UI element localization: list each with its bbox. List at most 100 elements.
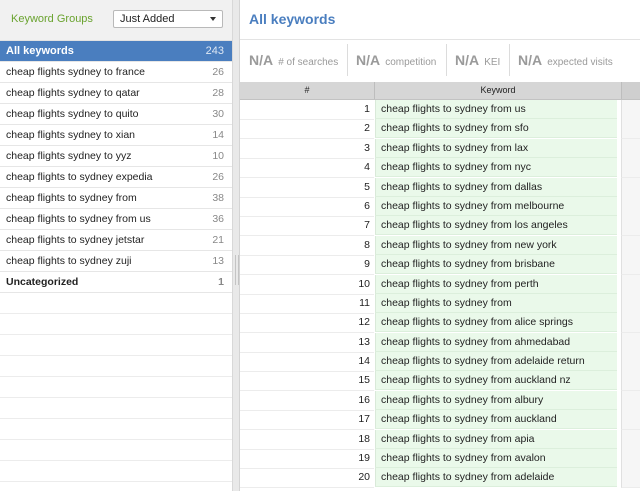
keyword-cell[interactable]: cheap flights to sydney from alice sprin…: [375, 313, 617, 333]
group-item-count: 243: [205, 45, 224, 57]
extra-cell: [621, 177, 640, 198]
empty-row: [0, 461, 232, 482]
keyword-cell[interactable]: cheap flights to sydney from melbourne: [375, 196, 617, 216]
table-row[interactable]: 19 cheap flights to sydney from avalon: [240, 449, 640, 470]
keyword-cell[interactable]: cheap flights to sydney from lax: [375, 138, 617, 158]
extra-cell: [621, 410, 640, 431]
group-item-count: 38: [212, 192, 224, 204]
keyword-cell[interactable]: cheap flights to sydney from los angeles: [375, 216, 617, 236]
table-row[interactable]: 10 cheap flights to sydney from perth: [240, 274, 640, 295]
table-row[interactable]: 8 cheap flights to sydney from new york: [240, 235, 640, 256]
keyword-cell[interactable]: cheap flights to sydney from new york: [375, 235, 617, 255]
group-item-label: Uncategorized: [6, 276, 79, 288]
metric-separator: [347, 44, 348, 76]
row-number: 1: [240, 100, 374, 120]
sort-dropdown[interactable]: Just Added: [113, 10, 223, 28]
keyword-groups-title: Keyword Groups: [11, 13, 93, 25]
table-row[interactable]: 4 cheap flights to sydney from nyc: [240, 158, 640, 179]
keywords-table-body: 1 cheap flights to sydney from us 2 cheap f…: [240, 100, 640, 489]
keyword-cell[interactable]: cheap flights to sydney from: [375, 293, 617, 313]
group-item[interactable]: cheap flights sydney to xian 14: [0, 125, 232, 146]
extra-cell: [621, 138, 640, 159]
keyword-cell[interactable]: cheap flights to sydney from us: [375, 100, 617, 119]
keyword-cell[interactable]: cheap flights to sydney from albury: [375, 390, 617, 410]
metric-label: KEI: [484, 57, 501, 68]
keyword-cell[interactable]: cheap flights to sydney from avalon: [375, 449, 617, 469]
extra-cell: [621, 100, 640, 120]
row-number: 11: [240, 294, 374, 314]
keyword-cell[interactable]: cheap flights to sydney from apia: [375, 429, 617, 449]
group-item-label: All keywords: [6, 45, 74, 57]
table-row[interactable]: 11 cheap flights to sydney from: [240, 293, 640, 314]
keyword-cell[interactable]: cheap flights to sydney from auckland nz: [375, 371, 617, 391]
metric-label: # of searches: [278, 57, 339, 68]
table-row[interactable]: 3 cheap flights to sydney from lax: [240, 138, 640, 159]
table-row[interactable]: 2 cheap flights to sydney from sfo: [240, 119, 640, 140]
group-item[interactable]: cheap flights to sydney zuji 13: [0, 251, 232, 272]
group-item[interactable]: cheap flights to sydney from us 36: [0, 209, 232, 230]
keyword-cell[interactable]: cheap flights to sydney from nyc: [375, 158, 617, 178]
column-header-extra[interactable]: [622, 82, 640, 99]
group-item-count: 30: [212, 108, 224, 120]
column-header-keyword[interactable]: Keyword: [375, 82, 622, 99]
table-row[interactable]: 17 cheap flights to sydney from auckland: [240, 410, 640, 431]
row-number: 20: [240, 468, 374, 489]
empty-row: [0, 377, 232, 398]
empty-row: [0, 335, 232, 356]
extra-cell: [621, 352, 640, 373]
group-item[interactable]: cheap flights sydney to yyz 10: [0, 146, 232, 167]
row-number: 10: [240, 275, 374, 295]
group-item-label: cheap flights sydney to quito: [6, 108, 139, 120]
table-row[interactable]: 7 cheap flights to sydney from los angele…: [240, 216, 640, 237]
panel-splitter[interactable]: [233, 0, 240, 491]
group-item-count: 14: [212, 129, 224, 141]
keyword-cell[interactable]: cheap flights to sydney from dallas: [375, 177, 617, 197]
extra-cell: [621, 449, 640, 470]
metric-kei: N/A KEI: [455, 44, 500, 76]
extra-cell: [621, 429, 640, 450]
extra-cell: [621, 371, 640, 392]
row-number: 5: [240, 178, 374, 198]
keyword-cell[interactable]: cheap flights to sydney from sfo: [375, 119, 617, 139]
table-row[interactable]: 18 cheap flights to sydney from apia: [240, 429, 640, 450]
keywords-table-header: # Keyword: [240, 82, 640, 100]
row-number: 7: [240, 216, 374, 237]
metric-searches: N/A # of searches: [249, 44, 338, 76]
keyword-cell[interactable]: cheap flights to sydney from brisbane: [375, 255, 617, 275]
table-row[interactable]: 13 cheap flights to sydney from ahmedabad: [240, 332, 640, 353]
group-item[interactable]: cheap flights sydney to quito 30: [0, 104, 232, 125]
keyword-cell[interactable]: cheap flights to sydney from ahmedabad: [375, 332, 617, 352]
table-row[interactable]: 9 cheap flights to sydney from brisbane: [240, 255, 640, 276]
row-number: 8: [240, 236, 374, 256]
drag-handle-icon[interactable]: [235, 255, 239, 285]
table-row[interactable]: 14 cheap flights to sydney from adelaide …: [240, 352, 640, 373]
keywords-panel: All keywords N/A # of searches N/A compe…: [240, 0, 640, 491]
group-item[interactable]: cheap flights to sydney expedia 26: [0, 167, 232, 188]
column-header-number[interactable]: #: [240, 82, 375, 99]
table-row[interactable]: 15 cheap flights to sydney from auckland …: [240, 371, 640, 392]
table-row[interactable]: 16 cheap flights to sydney from albury: [240, 390, 640, 411]
keyword-cell[interactable]: cheap flights to sydney from auckland: [375, 410, 617, 430]
table-row[interactable]: 5 cheap flights to sydney from dallas: [240, 177, 640, 198]
table-row[interactable]: 12 cheap flights to sydney from alice spr…: [240, 313, 640, 334]
keyword-cell[interactable]: cheap flights to sydney from adelaide: [375, 468, 617, 488]
group-item[interactable]: cheap flights to sydney from 38: [0, 188, 232, 209]
metric-expected-visits: N/A expected visits: [518, 44, 613, 76]
group-item[interactable]: cheap flights sydney to qatar 28: [0, 83, 232, 104]
row-number: 2: [240, 119, 374, 140]
keyword-cell[interactable]: cheap flights to sydney from perth: [375, 274, 617, 294]
group-item-uncategorized[interactable]: Uncategorized 1: [0, 272, 232, 293]
table-row[interactable]: 20 cheap flights to sydney from adelaide: [240, 468, 640, 489]
row-number: 14: [240, 352, 374, 373]
table-row[interactable]: 1 cheap flights to sydney from us: [240, 100, 640, 120]
metric-value: N/A: [356, 52, 381, 68]
table-row[interactable]: 6 cheap flights to sydney from melbourne: [240, 196, 640, 217]
keyword-groups-header: Keyword Groups Just Added: [0, 0, 232, 41]
keyword-cell[interactable]: cheap flights to sydney from adelaide re…: [375, 352, 617, 372]
group-item[interactable]: cheap flights to sydney jetstar 21: [0, 230, 232, 251]
group-item[interactable]: cheap flights sydney to france 26: [0, 62, 232, 83]
keyword-group-list: All keywords 243 cheap flights sydney to…: [0, 41, 232, 293]
group-item-all-keywords[interactable]: All keywords 243: [0, 41, 232, 62]
row-number: 9: [240, 255, 374, 276]
page-title: All keywords: [249, 11, 336, 27]
